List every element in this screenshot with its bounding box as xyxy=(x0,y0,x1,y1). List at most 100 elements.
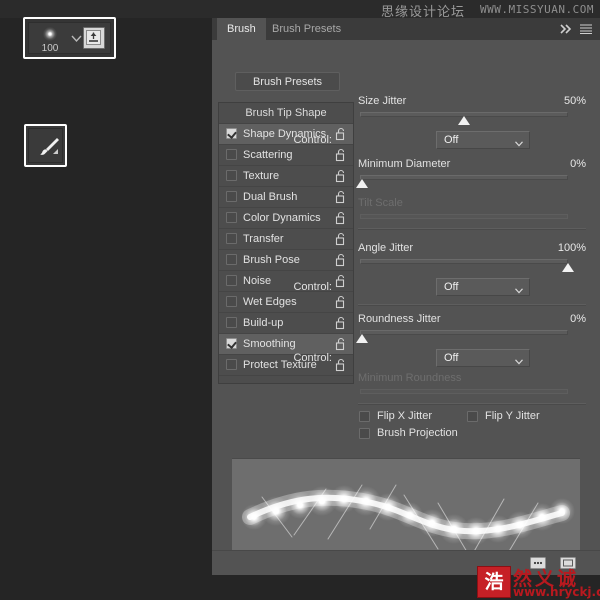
roundness-control-label: Control: xyxy=(293,352,332,364)
flip-x-jitter-label: Flip X Jitter xyxy=(377,410,433,422)
list-item-label: Wet Edges xyxy=(243,296,297,308)
angle-jitter-slider[interactable] xyxy=(360,259,574,272)
slider-track xyxy=(360,214,568,219)
list-item-label: Texture xyxy=(243,170,280,182)
list-item[interactable]: Brush Pose xyxy=(219,250,353,271)
brush-size-value: 100 xyxy=(41,43,59,54)
paintbrush-tool-button[interactable] xyxy=(24,124,67,167)
unlocked-padlock-icon[interactable] xyxy=(335,337,347,351)
list-item-label: Smoothing xyxy=(243,338,296,350)
list-item[interactable]: Protect Texture xyxy=(219,355,353,376)
divider xyxy=(358,228,586,230)
brush-options-list: Brush Tip Shape Shape Dynamics Scatterin… xyxy=(218,102,354,384)
minimum-diameter-slider[interactable] xyxy=(356,175,568,188)
unlocked-padlock-icon[interactable] xyxy=(335,253,347,267)
angle-control-value: Off xyxy=(444,281,459,293)
minimum-diameter-value: 0% xyxy=(570,158,586,170)
checkbox-dual-brush[interactable] xyxy=(226,191,237,202)
collapse-panel-icon[interactable] xyxy=(556,18,576,40)
brush-tip-shape-row[interactable]: Brush Tip Shape xyxy=(219,103,353,124)
list-item[interactable]: Transfer xyxy=(219,229,353,250)
list-item-label: Scattering xyxy=(243,149,293,161)
unlocked-padlock-icon[interactable] xyxy=(335,232,347,246)
minimum-roundness-label: Minimum Roundness xyxy=(358,372,462,384)
unlocked-padlock-icon[interactable] xyxy=(335,148,347,162)
slider-thumb[interactable] xyxy=(458,116,471,125)
checkbox-box xyxy=(359,411,370,422)
size-control-select[interactable]: Off xyxy=(436,131,530,149)
list-item[interactable]: Dual Brush xyxy=(219,187,353,208)
unlocked-padlock-icon[interactable] xyxy=(335,295,347,309)
unlocked-padlock-icon[interactable] xyxy=(335,127,347,141)
checkbox-box xyxy=(359,428,370,439)
watermark-forum-url: WWW.MISSYUAN.COM xyxy=(480,3,594,16)
angle-jitter-label: Angle Jitter xyxy=(358,242,414,254)
brush-panel-body: Brush Presets Brush Tip Shape Shape Dyna… xyxy=(212,40,600,575)
roundness-jitter-label: Roundness Jitter xyxy=(358,313,441,325)
checkbox-shape-dynamics[interactable] xyxy=(226,128,237,139)
tab-brush-presets[interactable]: Brush Presets xyxy=(262,18,351,40)
slider-track xyxy=(360,259,568,264)
unlocked-padlock-icon[interactable] xyxy=(335,316,347,330)
checkbox-transfer[interactable] xyxy=(226,233,237,244)
list-item-label: Dual Brush xyxy=(243,191,298,203)
panel-menu-icon[interactable] xyxy=(576,18,596,40)
divider xyxy=(358,403,586,405)
paintbrush-tool-inner xyxy=(28,128,63,163)
list-item[interactable]: Build-up xyxy=(219,313,353,334)
checkbox-build-up[interactable] xyxy=(226,317,237,328)
list-item-label: Noise xyxy=(243,275,272,287)
unlocked-padlock-icon[interactable] xyxy=(335,190,347,204)
watermark-company-url: www.hryckj.cn xyxy=(513,585,600,599)
checkbox-color-dynamics[interactable] xyxy=(226,212,237,223)
unlocked-padlock-icon[interactable] xyxy=(335,358,347,372)
chevron-down-icon[interactable] xyxy=(71,35,82,43)
list-item-label: Build-up xyxy=(243,317,284,329)
top-watermark-bar: 思缘设计论坛 WWW.MISSYUAN.COM xyxy=(0,0,600,20)
slider-track xyxy=(360,175,568,180)
tool-options-bar: 100 xyxy=(23,17,116,59)
watermark-logo-char: 浩 xyxy=(484,571,504,593)
checkbox-brush-pose[interactable] xyxy=(226,254,237,265)
brush-presets-button[interactable]: Brush Presets xyxy=(235,72,340,91)
list-item[interactable]: Texture xyxy=(219,166,353,187)
slider-thumb[interactable] xyxy=(562,263,575,272)
list-item[interactable]: Noise xyxy=(219,271,353,292)
chevron-down-icon xyxy=(515,138,523,150)
angle-control-select[interactable]: Off xyxy=(436,278,530,296)
slider-thumb[interactable] xyxy=(356,334,369,343)
unlocked-padlock-icon[interactable] xyxy=(335,274,347,288)
list-item-label: Brush Pose xyxy=(243,254,300,266)
list-item[interactable]: Color Dynamics xyxy=(219,208,353,229)
tablet-pressure-size-icon[interactable] xyxy=(83,27,105,49)
checkbox-protect-texture[interactable] xyxy=(226,359,237,370)
angle-control-label: Control: xyxy=(293,281,332,293)
unlocked-padlock-icon[interactable] xyxy=(335,211,347,225)
size-jitter-slider[interactable] xyxy=(360,112,568,125)
list-item[interactable]: Scattering xyxy=(219,145,353,166)
checkbox-wet-edges[interactable] xyxy=(226,296,237,307)
chevron-down-icon xyxy=(515,285,523,297)
roundness-jitter-value: 0% xyxy=(570,313,586,325)
roundness-control-select[interactable]: Off xyxy=(436,349,530,367)
checkbox-scattering[interactable] xyxy=(226,149,237,160)
brush-stroke-preview xyxy=(232,458,580,564)
list-item-label: Color Dynamics xyxy=(243,212,321,224)
unlocked-padlock-icon[interactable] xyxy=(335,169,347,183)
checkbox-noise[interactable] xyxy=(226,275,237,286)
checkbox-texture[interactable] xyxy=(226,170,237,181)
list-item[interactable]: Wet Edges xyxy=(219,292,353,313)
slider-thumb[interactable] xyxy=(356,179,369,188)
list-item[interactable]: Smoothing xyxy=(219,334,353,355)
brush-preset-picker[interactable]: 100 xyxy=(33,25,67,54)
slider-track xyxy=(360,330,568,335)
paintbrush-tool-icon xyxy=(40,138,59,155)
roundness-jitter-slider[interactable] xyxy=(356,330,568,343)
size-jitter-value: 50% xyxy=(563,95,586,107)
checkbox-smoothing[interactable] xyxy=(226,338,237,349)
list-item[interactable]: Shape Dynamics xyxy=(219,124,353,145)
size-control-value: Off xyxy=(444,134,459,146)
chevron-down-icon xyxy=(515,356,523,368)
tab-brush[interactable]: Brush xyxy=(217,18,266,40)
list-item-label: Transfer xyxy=(243,233,284,245)
